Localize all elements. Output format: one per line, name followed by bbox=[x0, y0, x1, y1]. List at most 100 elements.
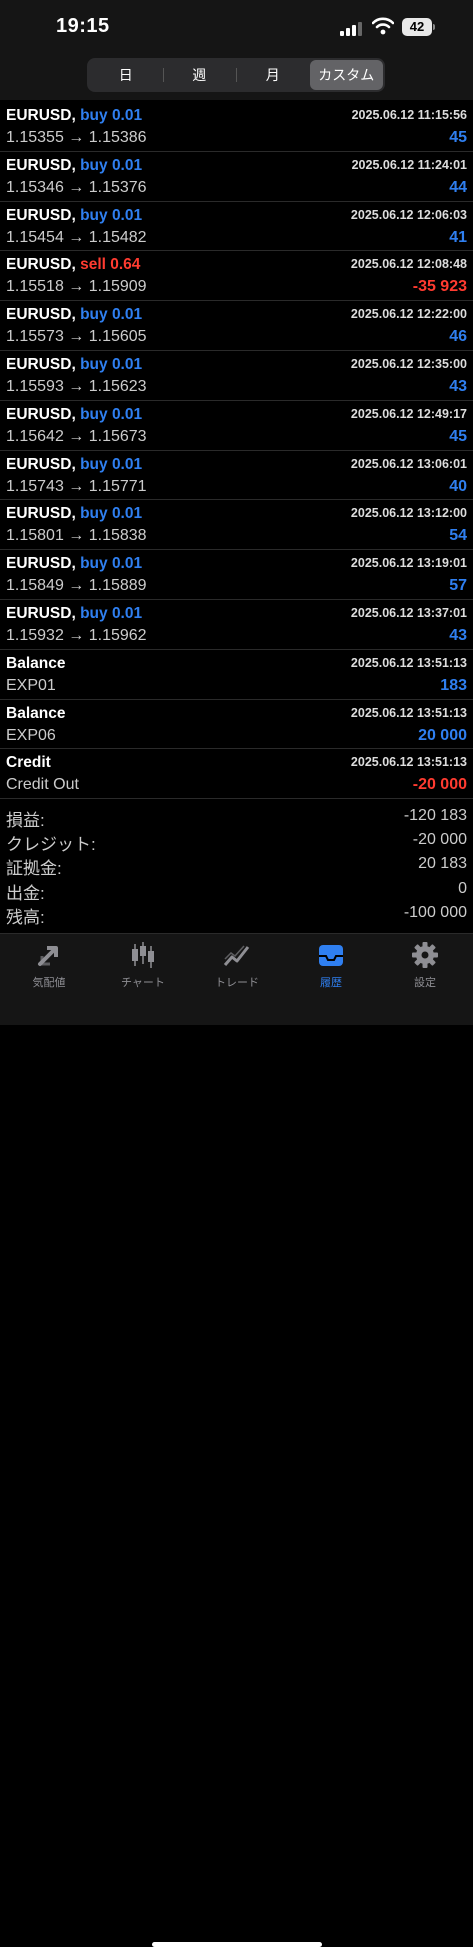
summary-row: クレジット: -20 000 bbox=[0, 828, 473, 854]
trade-date: 2025.06.12 11:15:56 bbox=[351, 108, 467, 122]
trade-date: 2025.06.12 12:22:00 bbox=[350, 307, 467, 322]
tab-settings[interactable]: 設定 bbox=[378, 940, 472, 990]
history-symbol: EURUSD, buy 0.01 bbox=[6, 555, 142, 573]
battery-nub bbox=[433, 24, 435, 30]
history-symbol: EURUSD, buy 0.01 bbox=[6, 207, 142, 225]
quotes-arrows-icon bbox=[38, 946, 58, 966]
tab-history-label: 履歴 bbox=[320, 977, 342, 989]
symbol-label: EURUSD, bbox=[6, 306, 76, 324]
trade-side: buy 0.01 bbox=[80, 306, 143, 324]
status-time: 19:15 bbox=[56, 15, 110, 37]
history-row[interactable]: EURUSD, buy 0.01 2025.06.12 11:15:56 1.153… bbox=[0, 102, 473, 152]
status-bar: 19:15 42 bbox=[0, 0, 473, 52]
symbol-label: EURUSD, bbox=[6, 455, 76, 473]
trade-prices: 1.15801 → 1.15838 bbox=[6, 527, 147, 545]
symbol-label: EURUSD, bbox=[6, 107, 76, 124]
tab-history[interactable]: 履歴 bbox=[284, 940, 378, 990]
symbol-label: EURUSD, bbox=[6, 355, 76, 373]
account-summary: 損益: -120 183 クレジット: -20 000 証拠金: 20 183 出金: 0 残高… bbox=[0, 804, 473, 927]
trade-date: 2025.06.12 12:08:48 bbox=[350, 257, 467, 272]
trade-prices: 1.15743 → 1.15771 bbox=[6, 477, 147, 495]
history-row[interactable]: Balance 2025.06.12 13:51:13 EXP01 183 bbox=[0, 650, 473, 700]
trade-date: 2025.06.12 13:37:01 bbox=[350, 605, 467, 620]
trade-prices: 1.15642 → 1.15673 bbox=[6, 427, 147, 445]
history-symbol: Credit bbox=[6, 754, 51, 772]
period-tab-custom[interactable]: カスタム bbox=[309, 60, 383, 90]
summary-row: 残高: -100 000 bbox=[0, 901, 473, 927]
symbol-label: EURUSD, bbox=[6, 604, 76, 622]
trade-prices: EXP06 bbox=[6, 726, 56, 744]
symbol-label: Credit bbox=[6, 754, 51, 772]
trade-profit: 44 bbox=[449, 178, 467, 196]
history-row[interactable]: EURUSD, buy 0.01 2025.06.12 13:12:00 1.158… bbox=[0, 500, 473, 551]
summary-label: 残高: bbox=[6, 907, 45, 927]
trade-profit: 41 bbox=[449, 228, 467, 246]
trade-profit: 43 bbox=[449, 377, 467, 395]
trade-side: buy 0.01 bbox=[80, 355, 143, 373]
trade-side: buy 0.01 bbox=[80, 505, 143, 523]
wifi-icon bbox=[372, 17, 394, 35]
symbol-label: EURUSD, bbox=[6, 505, 76, 523]
trade-profit: -35 923 bbox=[412, 278, 467, 296]
history-row[interactable]: EURUSD, buy 0.01 2025.06.12 12:06:03 1.154… bbox=[0, 202, 473, 252]
tab-trade[interactable]: トレード bbox=[190, 940, 284, 990]
history-row[interactable]: EURUSD, buy 0.01 2025.06.12 12:49:17 1.156… bbox=[0, 401, 473, 451]
candlestick-chart-icon bbox=[132, 942, 154, 968]
gear-icon bbox=[412, 942, 438, 968]
history-row[interactable]: EURUSD, buy 0.01 2025.06.12 13:19:01 1.158… bbox=[0, 550, 473, 600]
trade-prices: 1.15346 → 1.15376 bbox=[6, 178, 147, 196]
tab-quotes[interactable]: 気配値 bbox=[2, 940, 96, 990]
summary-value: 0 bbox=[458, 879, 467, 897]
period-segmented-control: 日 週 月 カスタム bbox=[87, 58, 385, 92]
summary-row: 証拠金: 20 183 bbox=[0, 852, 473, 878]
trade-date: 2025.06.12 13:51:13 bbox=[350, 655, 467, 670]
trade-side: buy 0.01 bbox=[80, 604, 143, 622]
history-row[interactable]: EURUSD, buy 0.01 2025.06.12 12:22:00 1.155… bbox=[0, 301, 473, 351]
symbol-label: Balance bbox=[6, 654, 66, 672]
history-symbol: EURUSD, buy 0.01 bbox=[6, 406, 142, 424]
period-tab-day[interactable]: 日 bbox=[89, 60, 163, 90]
summary-row: 損益: -120 183 bbox=[0, 804, 473, 830]
trade-prices: 1.15573 → 1.15605 bbox=[6, 328, 147, 346]
symbol-label: EURUSD, bbox=[6, 206, 76, 224]
history-symbol: EURUSD, buy 0.01 bbox=[6, 605, 142, 623]
trade-profit: 40 bbox=[449, 477, 467, 495]
trade-prices: 1.15932 → 1.15962 bbox=[6, 626, 147, 644]
symbol-label: EURUSD, bbox=[6, 256, 76, 274]
trade-side: buy 0.01 bbox=[80, 107, 143, 124]
history-row[interactable]: EURUSD, buy 0.01 2025.06.12 13:37:01 1.159… bbox=[0, 600, 473, 650]
history-row[interactable]: EURUSD, buy 0.01 2025.06.12 12:35:00 1.155… bbox=[0, 351, 473, 401]
summary-value: -100 000 bbox=[403, 903, 467, 921]
trade-profit: 43 bbox=[449, 626, 467, 644]
period-tab-week[interactable]: 週 bbox=[162, 60, 237, 90]
trade-side: buy 0.01 bbox=[80, 405, 143, 423]
trade-profit: 57 bbox=[449, 577, 467, 595]
history-symbol: EURUSD, sell 0.64 bbox=[6, 256, 140, 274]
home-indicator bbox=[152, 1942, 322, 1947]
tab-chart[interactable]: チャート bbox=[96, 940, 190, 990]
trade-prices: Credit Out bbox=[6, 776, 79, 794]
history-row[interactable]: Balance 2025.06.12 13:51:13 EXP06 20 000 bbox=[0, 700, 473, 750]
history-row[interactable]: EURUSD, buy 0.01 2025.06.12 11:24:01 1.153… bbox=[0, 152, 473, 202]
trade-side: buy 0.01 bbox=[80, 555, 143, 573]
symbol-label: Balance bbox=[6, 704, 66, 722]
history-row[interactable]: EURUSD, sell 0.64 2025.06.12 12:08:48 1.15… bbox=[0, 251, 473, 302]
trade-date: 2025.06.12 12:06:03 bbox=[350, 207, 467, 222]
history-row[interactable]: EURUSD, buy 0.01 2025.06.12 13:06:01 1.157… bbox=[0, 451, 473, 501]
bottom-tab-bar: 気配値 チャート トレード 履歴 設定 bbox=[0, 933, 473, 1947]
history-row[interactable]: Credit 2025.06.12 13:51:13 Credit Out -20 … bbox=[0, 749, 473, 800]
period-tab-month[interactable]: 月 bbox=[236, 60, 310, 90]
period-selector-area: 日 週 月 カスタム bbox=[0, 52, 473, 100]
history-symbol: Balance bbox=[6, 705, 65, 723]
history-symbol: EURUSD, buy 0.01 bbox=[6, 306, 142, 324]
trade-date: 2025.06.12 13:51:13 bbox=[350, 705, 467, 720]
trade-line-icon bbox=[223, 945, 250, 966]
tab-chart-label: チャート bbox=[121, 977, 165, 989]
trade-date: 2025.06.12 13:06:01 bbox=[350, 456, 467, 471]
trade-side: sell 0.64 bbox=[80, 256, 141, 274]
tab-settings-label: 設定 bbox=[414, 977, 436, 989]
trade-profit: 45 bbox=[449, 427, 467, 445]
summary-value: -20 000 bbox=[412, 831, 467, 849]
tab-quotes-label: 気配値 bbox=[32, 977, 66, 989]
trade-profit: 45 bbox=[449, 129, 467, 146]
